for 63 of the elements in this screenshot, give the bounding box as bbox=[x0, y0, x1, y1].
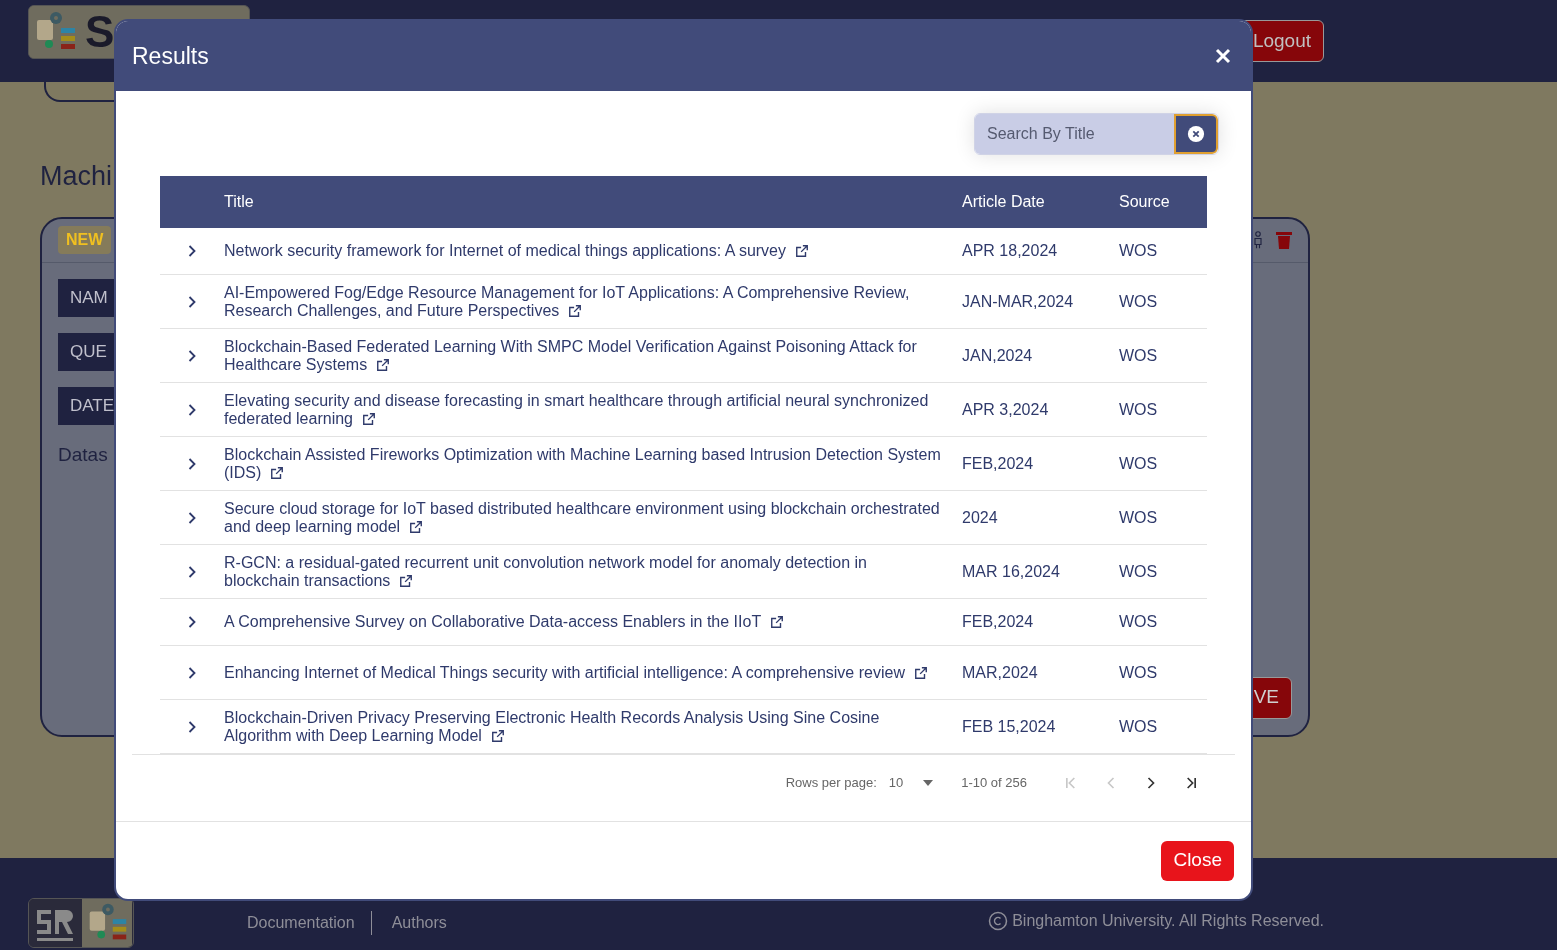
article-date: JAN,2024 bbox=[962, 346, 1034, 365]
article-date: FEB 15,2024 bbox=[962, 717, 1057, 736]
article-source: WOS bbox=[1119, 508, 1158, 527]
article-title-link[interactable]: Blockchain Assisted Fireworks Optimization with Machine Learning based Intrusion Detection System (IDS) bbox=[224, 445, 946, 482]
copyright-icon bbox=[988, 911, 1009, 931]
page-range: 1-10 of 256 bbox=[961, 773, 1027, 792]
authors-link[interactable]: Authors bbox=[371, 911, 447, 935]
external-link-icon bbox=[795, 244, 809, 258]
article-date: JAN-MAR,2024 bbox=[962, 292, 1075, 311]
article-title-link[interactable]: Elevating security and disease forecasting in smart healthcare through artificial neural synchronized federated learning bbox=[224, 391, 946, 428]
external-link-icon bbox=[913, 665, 928, 680]
close-button[interactable]: Close bbox=[1161, 840, 1234, 881]
search-field[interactable]: Search By Title bbox=[974, 113, 1219, 155]
article-title-link[interactable]: R-GCN: a residual-gated recurrent unit convolution network model for anomaly detection in blockchain transactions bbox=[224, 553, 946, 590]
article-date: MAR,2024 bbox=[962, 663, 1039, 682]
article-date: MAR 16,2024 bbox=[962, 562, 1061, 581]
external-link-icon bbox=[490, 728, 505, 743]
documentation-link[interactable]: Documentation bbox=[247, 911, 372, 935]
rows-per-page-select[interactable]: 10 bbox=[888, 772, 934, 793]
person-icon bbox=[1252, 230, 1264, 250]
rows-per-page-label: Rows per page: bbox=[785, 773, 877, 792]
clear-icon bbox=[1187, 125, 1205, 143]
article-source: WOS bbox=[1119, 242, 1158, 260]
article-source: WOS bbox=[1119, 663, 1158, 682]
dialog-title: Results bbox=[132, 41, 209, 71]
new-badge: NEW bbox=[58, 226, 112, 254]
external-link-icon bbox=[270, 465, 285, 480]
article-title-link[interactable]: Enhancing Internet of Medical Things security with artificial intelligence: A comprehensive review bbox=[224, 663, 946, 682]
article-date: FEB,2024 bbox=[962, 454, 1035, 473]
column-header: Article Date bbox=[962, 192, 1046, 212]
article-source: WOS bbox=[1119, 292, 1158, 311]
column-header: Title bbox=[224, 192, 255, 212]
article-source: WOS bbox=[1119, 346, 1158, 365]
external-link-icon bbox=[362, 411, 376, 426]
external-link-icon bbox=[376, 357, 391, 372]
page-heading: Machi bbox=[40, 160, 114, 193]
trash-icon bbox=[1276, 230, 1292, 250]
article-title-link[interactable]: A Comprehensive Survey on Collaborative Data-access Enablers in the IIoT bbox=[224, 613, 946, 631]
article-date: APR 3,2024 bbox=[962, 400, 1050, 419]
logo-text: S bbox=[85, 10, 115, 54]
external-link-icon bbox=[568, 303, 583, 318]
external-link-icon bbox=[409, 519, 424, 534]
external-link-icon bbox=[399, 573, 414, 588]
article-source: WOS bbox=[1119, 454, 1158, 473]
dataset-label: Datas bbox=[58, 442, 108, 467]
article-source: WOS bbox=[1119, 613, 1158, 631]
article-date: APR 18,2024 bbox=[962, 242, 1059, 260]
article-title-link[interactable]: Network security framework for Internet of medical things applications: A survey bbox=[224, 242, 946, 260]
article-source: WOS bbox=[1119, 717, 1158, 736]
logo-icon bbox=[81, 899, 133, 947]
clear-search-button[interactable] bbox=[1174, 114, 1218, 154]
dropdown-icon bbox=[923, 779, 934, 786]
external-link-icon bbox=[770, 615, 785, 629]
article-title-link[interactable]: Secure cloud storage for IoT based distributed healthcare environment using blockchain orchestrated and deep learning model bbox=[224, 499, 946, 536]
copyright-text: Binghamton University. All Rights Reserved. bbox=[1012, 911, 1324, 931]
article-date: 2024 bbox=[962, 508, 999, 527]
article-date: FEB,2024 bbox=[962, 613, 1035, 631]
article-source: WOS bbox=[1119, 562, 1158, 581]
article-source: WOS bbox=[1119, 400, 1158, 419]
article-title-link[interactable]: Blockchain-Based Federated Learning With SMPC Model Verification Against Poisoning Attack for Healthcare Systems bbox=[224, 337, 946, 374]
article-title-link[interactable]: AI-Empowered Fog/Edge Resource Management for IoT Applications: A Comprehensive Review, Research Challenges, and Future Perspectives bbox=[224, 283, 946, 320]
column-header: Source bbox=[1119, 192, 1170, 212]
article-title-link[interactable]: Blockchain-Driven Privacy Preserving Electronic Health Records Analysis Using Sine Cosine Algorithm with Deep Learning Model bbox=[224, 708, 946, 745]
